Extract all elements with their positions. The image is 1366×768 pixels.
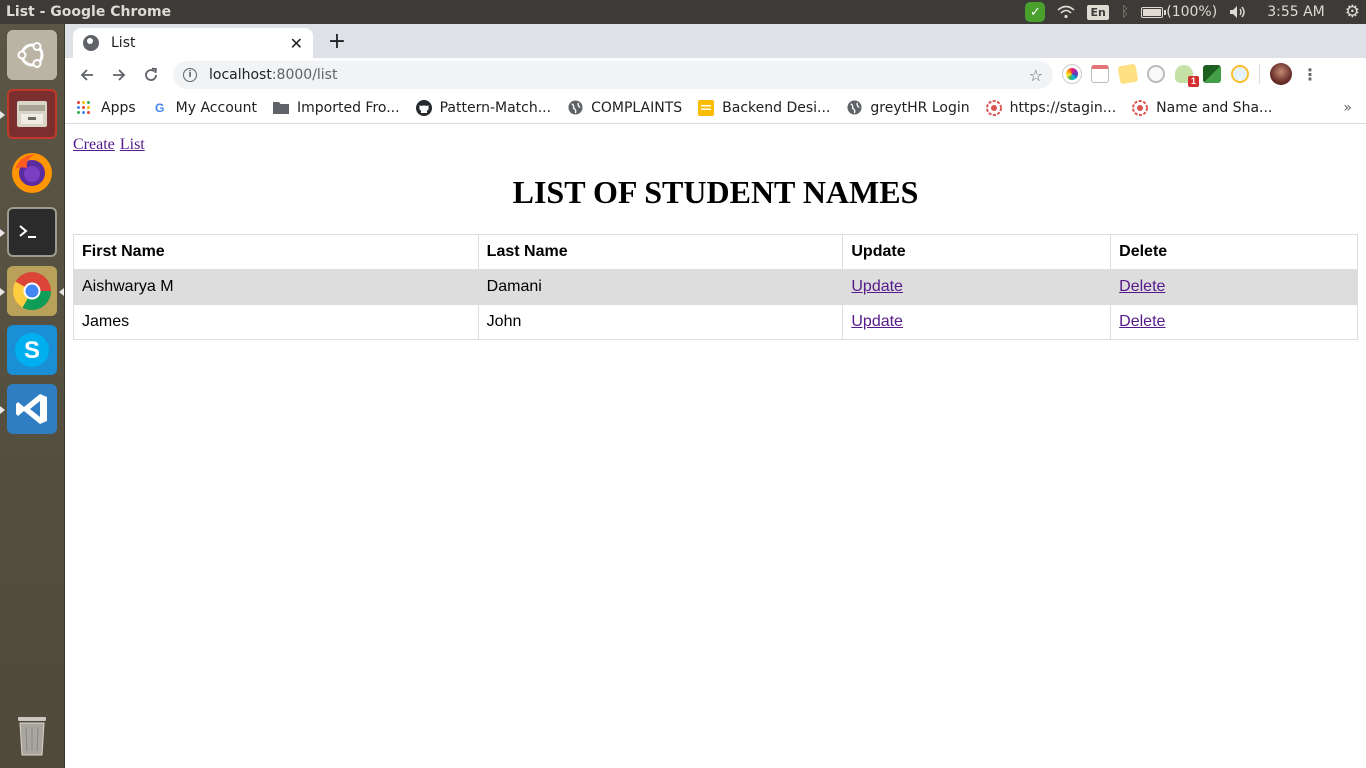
delete-link[interactable]: Delete <box>1119 278 1165 295</box>
url-path: :8000/list <box>271 67 338 83</box>
timer-extension-icon[interactable] <box>1147 65 1165 83</box>
battery-icon <box>1141 6 1167 18</box>
bookmark-star-icon[interactable]: ☆ <box>1029 66 1043 85</box>
delete-link[interactable]: Delete <box>1119 313 1165 330</box>
update-link[interactable]: Update <box>851 313 903 330</box>
cell-last-name: John <box>477 304 844 340</box>
bookmark-my-account[interactable]: G My Account <box>152 100 257 116</box>
globe-icon <box>567 100 583 116</box>
bluetooth-icon[interactable]: ᛒ <box>1115 0 1135 24</box>
more-menu-icon[interactable]: ⋮ <box>1302 65 1318 84</box>
address-bar[interactable]: i localhost:8000/list ☆ <box>173 61 1053 89</box>
tab-strip: List ✕ + <box>65 24 1366 58</box>
globe-icon <box>846 100 862 116</box>
forward-button[interactable] <box>105 61 133 89</box>
cell-last-name: Damani <box>477 269 844 305</box>
speed-extension-icon[interactable] <box>1231 65 1249 83</box>
battery-percent: (100%) <box>1166 4 1218 20</box>
table-row: James John Update Delete <box>73 304 1358 340</box>
bookmark-imported[interactable]: Imported Fro... <box>273 100 400 116</box>
cell-delete: Delete <box>1110 269 1358 305</box>
launcher: S <box>0 24 65 768</box>
gear-favicon-icon <box>985 99 1002 116</box>
list-link[interactable]: List <box>120 136 145 153</box>
folder-icon <box>273 100 289 116</box>
bookmark-name-and-share[interactable]: Name and Sha... <box>1132 99 1272 116</box>
bookmarks-bar: Apps G My Account Imported Fro... Patter… <box>65 92 1366 124</box>
bookmark-backend-design[interactable]: Backend Desi... <box>698 99 830 116</box>
update-check-icon[interactable]: ✓ <box>1019 0 1051 24</box>
header-delete: Delete <box>1110 234 1358 270</box>
tab-list[interactable]: List ✕ <box>73 28 313 58</box>
window-title: List - Google Chrome <box>6 4 172 20</box>
back-button[interactable] <box>73 61 101 89</box>
update-link[interactable]: Update <box>851 278 903 295</box>
system-tray: ✓ En ᛒ (100%) 3:55 AM ⚙ <box>1019 0 1366 24</box>
cell-first-name: James <box>73 304 479 340</box>
firefox-icon[interactable] <box>7 148 57 198</box>
ubuntu-dash-icon[interactable] <box>7 30 57 80</box>
page-title: LIST OF STUDENT NAMES <box>512 174 919 210</box>
sheets-icon <box>698 99 715 116</box>
web-page: Create List LIST OF STUDENT NAMES First … <box>65 124 1366 768</box>
apps-grid-icon <box>77 100 91 115</box>
tab-title: List <box>111 35 136 51</box>
clock[interactable]: 3:55 AM <box>1253 0 1339 24</box>
terminal-icon[interactable] <box>7 207 57 257</box>
trash-icon[interactable] <box>7 710 57 760</box>
svg-text:S: S <box>24 337 40 364</box>
create-link[interactable]: Create <box>73 136 115 153</box>
students-table: First Name Last Name Update Delete Aishw… <box>73 234 1358 340</box>
cell-delete: Delete <box>1110 304 1358 340</box>
cell-first-name: Aishwarya M <box>73 269 479 305</box>
reload-button[interactable] <box>137 61 165 89</box>
bookmark-staging[interactable]: https://stagin... <box>985 99 1116 116</box>
toolbar: i localhost:8000/list ☆ 1 ⋮ <box>65 58 1366 92</box>
battery-indicator[interactable]: (100%) <box>1135 0 1223 24</box>
cell-update: Update <box>842 304 1112 340</box>
header-update: Update <box>842 234 1112 270</box>
header-first-name: First Name <box>73 234 479 270</box>
skype-icon[interactable]: S <box>7 325 57 375</box>
bookmark-pattern-match[interactable]: Pattern-Match... <box>415 99 551 116</box>
vscode-icon[interactable] <box>7 384 57 434</box>
url-host: localhost <box>209 67 272 83</box>
cell-update: Update <box>842 269 1112 305</box>
bookmark-apps[interactable]: Apps <box>77 100 136 116</box>
notes-extension-icon[interactable] <box>1117 63 1139 85</box>
files-icon[interactable] <box>7 89 57 139</box>
bookmark-greythr[interactable]: greytHR Login <box>846 100 970 116</box>
chrome-icon[interactable] <box>7 266 57 316</box>
volume-icon[interactable] <box>1223 0 1253 24</box>
bookmarks-overflow-icon[interactable]: » <box>1343 100 1352 116</box>
extensions-row: 1 ⋮ <box>1062 63 1318 87</box>
table-header-row: First Name Last Name Update Delete <box>73 234 1358 270</box>
close-icon[interactable]: ✕ <box>290 34 303 53</box>
extension-badge: 1 <box>1187 76 1199 87</box>
top-panel: List - Google Chrome ✓ En ᛒ (100%) 3:55 … <box>0 0 1366 24</box>
bookmark-complaints[interactable]: COMPLAINTS <box>567 100 682 116</box>
header-last-name: Last Name <box>477 234 844 270</box>
wifi-icon[interactable] <box>1051 0 1081 24</box>
google-icon: G <box>154 100 165 115</box>
gear-favicon-icon <box>1132 99 1149 116</box>
table-row: Aishwarya M Damani Update Delete <box>73 269 1358 305</box>
lightbulb-extension-icon[interactable]: 1 <box>1175 65 1199 87</box>
profile-avatar[interactable] <box>1270 63 1292 85</box>
page-nav: Create List <box>73 134 145 154</box>
chart-extension-icon[interactable] <box>1203 65 1221 83</box>
chrome-window: List ✕ + i localhost:8000/list ☆ 1 ⋮ Ap… <box>65 24 1366 768</box>
globe-icon <box>83 35 99 51</box>
site-info-icon[interactable]: i <box>183 68 197 82</box>
github-icon <box>415 99 432 116</box>
session-gear-icon[interactable]: ⚙ <box>1339 0 1366 24</box>
new-tab-button[interactable]: + <box>325 30 349 54</box>
color-picker-extension-icon[interactable] <box>1062 64 1082 84</box>
keyboard-language-indicator[interactable]: En <box>1081 0 1114 24</box>
calendar-extension-icon[interactable] <box>1091 65 1109 83</box>
